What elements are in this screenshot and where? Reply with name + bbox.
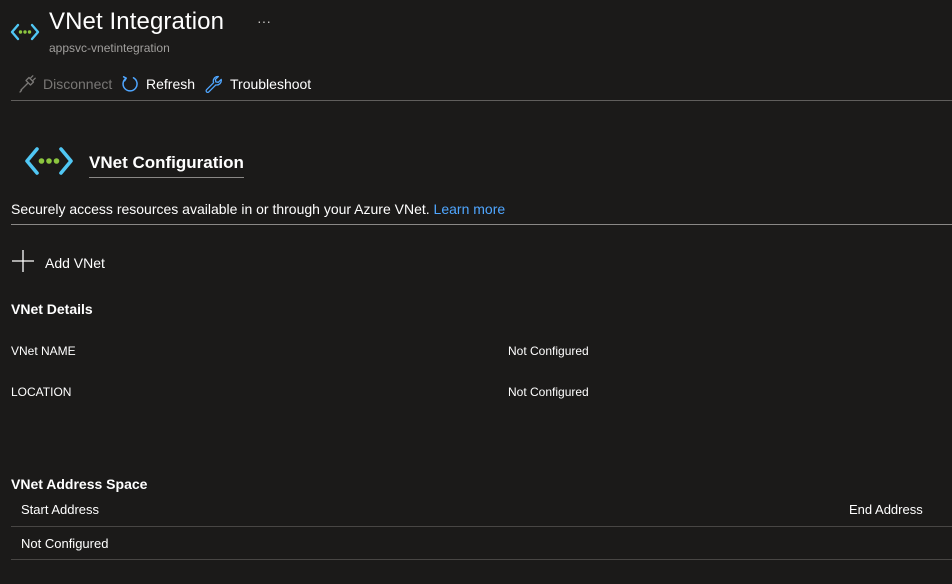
vnet-integration-page: VNet Integration appsvc-vnetintegration … xyxy=(0,0,952,584)
wrench-icon xyxy=(205,75,222,93)
vnet-details-heading: VNet Details xyxy=(11,301,93,317)
blade-header: VNet Integration appsvc-vnetintegration … xyxy=(0,0,952,60)
description-divider xyxy=(11,224,952,225)
disconnect-button[interactable]: Disconnect xyxy=(18,72,112,96)
toolbar-divider xyxy=(11,100,952,101)
refresh-button[interactable]: Refresh xyxy=(121,72,195,96)
troubleshoot-button[interactable]: Troubleshoot xyxy=(205,72,311,96)
add-vnet-button[interactable]: Add VNet xyxy=(11,248,105,274)
start-address-cell: Not Configured xyxy=(21,536,109,551)
vnet-name-value: Not Configured xyxy=(508,344,589,358)
column-header-start-address[interactable]: Start Address xyxy=(21,502,99,517)
address-space-table: Start Address End Address Not Configured xyxy=(11,496,952,560)
vnet-name-label: VNet NAME xyxy=(11,344,76,358)
command-bar: Disconnect Refresh Troubleshoot xyxy=(0,68,952,100)
add-vnet-label: Add VNet xyxy=(45,255,105,271)
refresh-label: Refresh xyxy=(146,76,196,92)
vnet-configuration-icon xyxy=(25,147,73,175)
table-row: Not Configured xyxy=(11,527,952,560)
address-space-heading: VNet Address Space xyxy=(11,476,148,492)
column-header-end-address[interactable]: End Address xyxy=(849,502,923,517)
plug-disconnect-icon xyxy=(19,75,36,93)
section-title: VNet Configuration xyxy=(89,153,244,178)
more-options-button[interactable]: ··· xyxy=(254,12,274,32)
page-title: VNet Integration xyxy=(49,8,225,35)
section-description: Securely access resources available in o… xyxy=(11,201,505,217)
troubleshoot-label: Troubleshoot xyxy=(230,76,312,92)
description-text: Securely access resources available in o… xyxy=(11,201,430,217)
disconnect-label: Disconnect xyxy=(43,76,113,92)
learn-more-link[interactable]: Learn more xyxy=(434,201,506,217)
page-subtitle: appsvc-vnetintegration xyxy=(49,41,170,55)
plus-icon xyxy=(12,250,34,272)
location-label: LOCATION xyxy=(11,385,72,399)
location-value: Not Configured xyxy=(508,385,589,399)
vnet-icon xyxy=(10,23,40,41)
refresh-icon xyxy=(122,76,138,92)
table-header: Start Address End Address xyxy=(11,496,952,527)
